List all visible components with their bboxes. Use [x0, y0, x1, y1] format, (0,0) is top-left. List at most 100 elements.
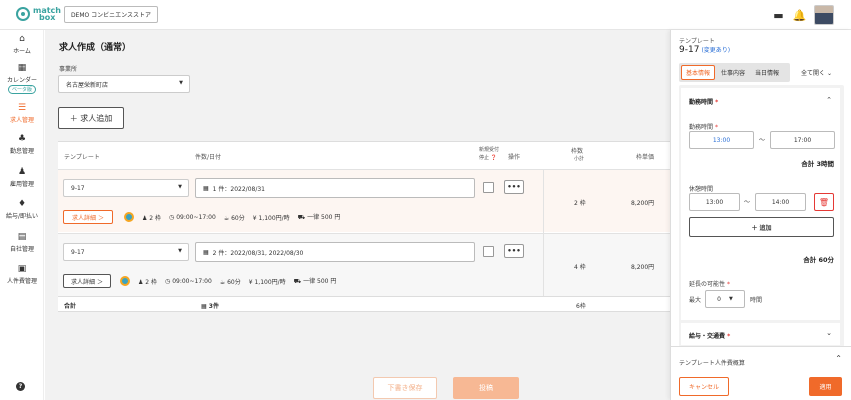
caret-down-icon: ▼	[179, 80, 183, 86]
store-selector-button[interactable]: DEMO コンビニエンスストア	[64, 6, 158, 23]
matchbox-badge-icon	[120, 276, 130, 286]
slots-subtotal: 2 枠	[574, 200, 586, 207]
matchbox-logo[interactable]: match box	[16, 7, 61, 22]
wage-info: ¥ 1,100円/時	[252, 214, 290, 222]
caret-down-icon: ▼	[728, 296, 733, 302]
top-bar: match box DEMO コンビニエンスストア ▬ 🔔	[0, 0, 851, 30]
tilde: 〜	[744, 199, 751, 206]
extend-hours-value: 0	[717, 295, 721, 303]
extend-hours-select[interactable]: 0 ▼	[705, 290, 745, 308]
col-template: テンプレート	[64, 154, 100, 161]
home-icon: ⌂	[19, 34, 25, 44]
job-detail-button[interactable]: 求人詳細 ＞	[63, 210, 113, 224]
apply-button[interactable]: 適用	[809, 377, 842, 396]
unit-price: 8,200円	[631, 200, 655, 207]
chevron-up-icon[interactable]: ⌃	[835, 354, 842, 363]
sidebar-item-home[interactable]: ⌂ ホーム	[0, 34, 44, 55]
transport-info: ⛟ 一律 500 円	[293, 278, 337, 285]
col-unit-price: 枠単価	[636, 154, 655, 161]
matchbox-badge-icon	[124, 212, 134, 222]
col-new-stop: 新規受付	[479, 147, 500, 153]
attendance-icon: ♣	[17, 134, 27, 144]
main-content: 求人作成（通常） 事業所 名古屋栄新町店 ▼ ＋ 求人追加 テンプレート 件数/日…	[45, 30, 670, 400]
tab-job-content[interactable]: 仕事内容	[717, 65, 749, 80]
work-end-input[interactable]: 17:00	[770, 131, 835, 149]
calendar-icon: ▦	[201, 303, 209, 310]
date-value: 2 件：2022/08/31, 2022/08/30	[212, 249, 304, 257]
break-time-label: 休憩時間	[689, 186, 714, 193]
sidebar-item-label: 給与/即払い	[5, 213, 39, 220]
template-select[interactable]: 9-17 ▼	[63, 179, 189, 197]
work-time-label: 勤務時間 *	[689, 124, 718, 131]
work-start-input[interactable]: 13:00	[689, 131, 754, 149]
template-value: 9-17	[71, 248, 85, 256]
sidebar-item-label: カレンダー	[6, 77, 37, 84]
time-info: ◷ 09:00~17:00	[165, 277, 212, 285]
avatar[interactable]	[814, 5, 834, 25]
office-label: 事業所	[59, 66, 78, 73]
break-end-input[interactable]: 14:00	[755, 193, 806, 211]
add-job-button[interactable]: ＋ 求人追加	[58, 107, 124, 129]
more-actions-button[interactable]: •••	[504, 244, 524, 258]
add-break-button[interactable]: ＋ 追加	[689, 217, 834, 237]
post-button[interactable]: 投稿	[453, 377, 519, 399]
save-draft-button[interactable]: 下書き保存	[373, 377, 437, 399]
chevron-down-icon: ⌄	[826, 70, 832, 77]
extend-label: 延長の可能性 *	[689, 281, 730, 288]
chat-icon[interactable]: ▬	[772, 9, 785, 22]
rest-info: ☕ 60分	[223, 214, 245, 222]
logo-text-2: box	[39, 13, 56, 22]
date-field[interactable]: ▦ 1 件：2022/08/31	[195, 178, 475, 198]
sidebar-item-attendance[interactable]: ♣ 勤怠管理	[0, 134, 44, 155]
total-row: 合計 ▦ 3件 6枠	[58, 296, 670, 312]
table-row: 9-17 ▼ ▦ 1 件：2022/08/31 ••• 求人詳細 ＞ ♟ 2 枠 ◷…	[58, 169, 670, 233]
slots-info: ♟ 2 枠	[138, 278, 158, 286]
job-detail-button[interactable]: 求人詳細 ＞	[63, 274, 111, 288]
office-value: 名古屋栄新町店	[66, 81, 109, 89]
office-select[interactable]: 名古屋栄新町店 ▼	[58, 75, 190, 93]
col-slots-sub: 小計	[574, 156, 585, 162]
calendar-icon: ▦	[203, 248, 209, 256]
pay-section-title: 給与・交通費 *	[689, 333, 731, 340]
panel-scroll-area[interactable]: 勤務時間 * ⌃ 勤務時間 * 13:00 〜 17:00 合計 3時間 休憩時…	[679, 85, 844, 347]
cancel-button[interactable]: キャンセル	[679, 377, 729, 396]
new-stop-checkbox[interactable]	[483, 182, 494, 193]
template-select[interactable]: 9-17 ▼	[63, 243, 189, 261]
more-actions-button[interactable]: •••	[504, 180, 524, 194]
sidebar-item-label: 求人管理	[9, 117, 34, 124]
sidebar-item-label: ホーム	[13, 48, 31, 55]
open-all-toggle[interactable]: 全て開く ⌄	[801, 68, 832, 77]
caret-down-icon: ▼	[178, 248, 182, 254]
help-icon[interactable]: ?	[16, 382, 25, 391]
pay-card[interactable]: 給与・交通費 * ⌄	[681, 323, 840, 345]
break-start-input[interactable]: 13:00	[689, 193, 740, 211]
sidebar-item-employment[interactable]: ♟ 雇用管理	[0, 167, 44, 188]
tab-day-info[interactable]: 当日情報	[751, 65, 783, 80]
break-total: 合計 60分	[803, 256, 834, 264]
chevron-up-icon[interactable]: ⌃	[826, 96, 832, 104]
list-icon: ☰	[17, 103, 27, 113]
divider	[543, 234, 544, 297]
calendar-icon: ▦	[17, 63, 27, 73]
panel-footer: テンプレート人件費概算 ⌃ キャンセル 適用	[671, 346, 851, 400]
transport-info: ⛟ 一律 500 円	[297, 214, 341, 221]
sidebar-item-payroll[interactable]: ♦ 給与/即払い	[0, 199, 44, 220]
sidebar-item-company[interactable]: ▤ 自社管理	[0, 232, 44, 253]
sidebar-item-jobs[interactable]: ☰ 求人管理	[0, 103, 44, 124]
sidebar-item-label: 人件費管理	[6, 278, 37, 285]
total-count: ▦ 3件	[201, 303, 219, 310]
date-field[interactable]: ▦ 2 件：2022/08/31, 2022/08/30	[195, 242, 475, 262]
trash-icon[interactable]: 🗑	[814, 193, 834, 211]
col-new-stop-2: 停止 ❓	[479, 155, 497, 161]
sidebar-item-calendar[interactable]: ▦ カレンダー ベータ版	[0, 63, 44, 94]
new-stop-checkbox[interactable]	[483, 246, 494, 257]
max-label: 最大	[689, 297, 702, 304]
tab-basic-info[interactable]: 基本情報	[681, 65, 716, 80]
work-section-title[interactable]: 勤務時間 *	[689, 97, 718, 106]
hours-label: 時間	[750, 297, 763, 304]
notification-bell-icon[interactable]: 🔔	[793, 9, 807, 22]
sidebar-item-labor-cost[interactable]: ▣ 人件費管理	[0, 264, 44, 285]
chevron-down-icon[interactable]: ⌄	[826, 329, 832, 337]
cost-estimate-title[interactable]: テンプレート人件費概算	[679, 358, 745, 367]
template-value: 9-17	[71, 184, 85, 192]
